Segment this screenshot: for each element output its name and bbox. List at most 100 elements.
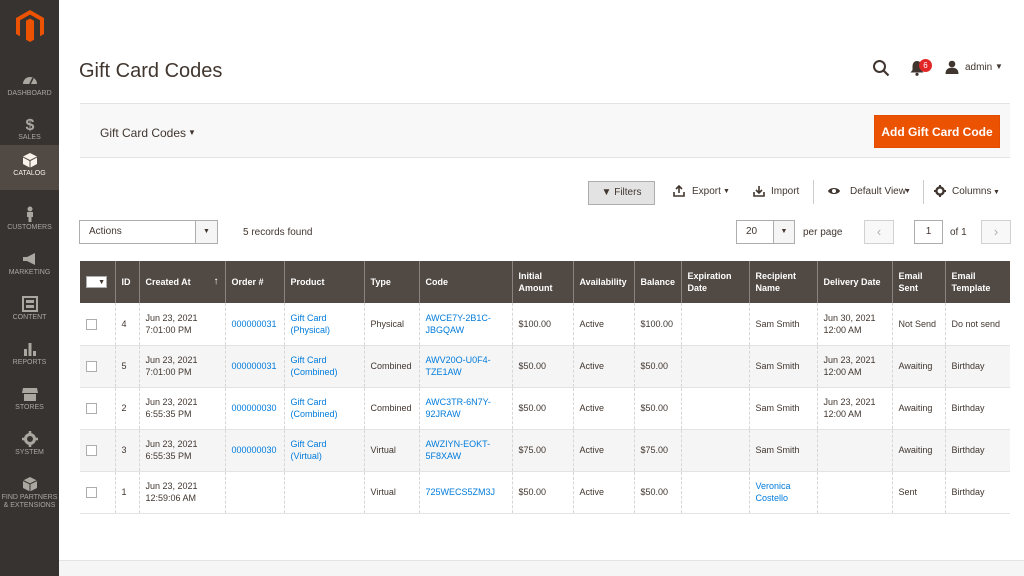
sidebar-item-reports[interactable]: REPORTS bbox=[0, 334, 59, 379]
column-header-balance[interactable]: Balance bbox=[634, 261, 682, 303]
sidebar-item-marketing[interactable]: MARKETING bbox=[0, 244, 59, 289]
recipient-name-value[interactable]: Veronica bbox=[756, 481, 791, 491]
notification-count-badge[interactable]: 6 bbox=[919, 59, 932, 72]
chevron-down-icon[interactable]: ▼ bbox=[995, 62, 1003, 71]
code-link[interactable]: AWCE7Y-2B1C- bbox=[426, 313, 491, 323]
default-view-button[interactable]: Default View bbox=[850, 186, 906, 197]
column-header-email-sent[interactable]: Email Sent bbox=[892, 261, 946, 303]
row-select-cell[interactable] bbox=[80, 471, 116, 514]
row-select-cell[interactable] bbox=[80, 387, 116, 430]
code-link[interactable]: AWV20O-U0F4- bbox=[426, 355, 491, 365]
row-checkbox[interactable] bbox=[86, 318, 97, 330]
eye-icon[interactable] bbox=[827, 185, 841, 197]
table-row[interactable]: 5 Jun 23, 2021 7:01:00 PM 000000031 Gift Car… bbox=[80, 345, 1010, 388]
column-header-recipient-name[interactable]: Recipient Name bbox=[749, 261, 818, 303]
column-header-availability[interactable]: Availability bbox=[573, 261, 635, 303]
cell-recipient-name: Sam Smith bbox=[749, 345, 818, 388]
product-link-line2[interactable]: (Combined) bbox=[291, 409, 338, 419]
sidebar-item-system[interactable]: SYSTEM bbox=[0, 424, 59, 469]
chevron-down-icon[interactable]: ▼ bbox=[773, 221, 794, 243]
sidebar-item-dashboard[interactable]: DASHBOARD bbox=[0, 65, 59, 110]
sidebar-item-content[interactable]: CONTENT bbox=[0, 289, 59, 334]
product-link[interactable]: Gift Card bbox=[291, 397, 327, 407]
code-link-line2[interactable]: 92JRAW bbox=[426, 409, 461, 419]
table-row[interactable]: 1 Jun 23, 2021 12:59:06 AM Virtual 725WECS5Z… bbox=[80, 471, 1010, 514]
product-link[interactable]: Gift Card bbox=[291, 355, 327, 365]
chevron-down-icon[interactable]: ▼ bbox=[188, 128, 196, 137]
email-template-value: Do not send bbox=[951, 318, 1001, 329]
per-page-value: 20 bbox=[746, 226, 758, 237]
megaphone-icon bbox=[0, 251, 59, 267]
column-header-expiration-date[interactable]: Expiration Date bbox=[681, 261, 750, 303]
column-header-code[interactable]: Code bbox=[419, 261, 513, 303]
table-row[interactable]: 3 Jun 23, 2021 6:55:35 PM 000000030 Gift Car… bbox=[80, 429, 1010, 472]
sidebar-item-label-line2: & EXTENSIONS bbox=[3, 502, 56, 509]
previous-page-button[interactable]: ‹ bbox=[864, 220, 894, 244]
chevron-down-icon[interactable]: ▼ bbox=[993, 189, 1000, 196]
sort-arrow-up-icon[interactable]: ↑ bbox=[214, 276, 219, 288]
cell-id: 3 bbox=[115, 429, 140, 472]
product-link-line2[interactable]: (Virtual) bbox=[291, 451, 322, 461]
import-icon[interactable] bbox=[753, 185, 765, 197]
import-button[interactable]: Import bbox=[771, 186, 799, 197]
code-link[interactable]: AWZIYN-EOKT- bbox=[426, 439, 491, 449]
mass-select-checkbox[interactable]: ▼ bbox=[86, 276, 107, 289]
per-page-select[interactable]: 20 ▼ bbox=[736, 220, 795, 244]
sidebar-item-customers[interactable]: CUSTOMERS bbox=[0, 199, 59, 244]
column-header-initial-amount[interactable]: Initial Amount bbox=[512, 261, 574, 303]
code-link-line2[interactable]: TZE1AW bbox=[426, 367, 462, 377]
row-select-cell[interactable] bbox=[80, 429, 116, 472]
mass-select-header[interactable]: ▼ bbox=[80, 261, 116, 303]
order-link[interactable]: 000000030 bbox=[232, 445, 277, 455]
table-row[interactable]: 2 Jun 23, 2021 6:55:35 PM 000000030 Gift Car… bbox=[80, 387, 1010, 430]
code-link-line2[interactable]: JBGQAW bbox=[426, 325, 465, 335]
filters-button[interactable]: ▼ Filters bbox=[588, 181, 655, 205]
search-icon[interactable] bbox=[872, 59, 890, 77]
code-link[interactable]: 725WECS5ZM3J bbox=[426, 487, 496, 497]
admin-user-menu[interactable]: admin bbox=[965, 62, 992, 73]
columns-button[interactable]: Columns bbox=[952, 186, 991, 197]
sidebar-item-catalog[interactable]: CATALOG bbox=[0, 145, 59, 190]
product-link-line2[interactable]: (Physical) bbox=[291, 325, 331, 335]
product-link-line2[interactable]: (Combined) bbox=[291, 367, 338, 377]
magento-logo[interactable] bbox=[16, 10, 44, 42]
order-link[interactable]: 000000031 bbox=[232, 361, 277, 371]
page-number-input[interactable]: 1 bbox=[914, 220, 943, 244]
user-icon[interactable] bbox=[945, 60, 959, 74]
recipient-name-value-line2[interactable]: Costello bbox=[756, 493, 789, 503]
gear-icon[interactable] bbox=[934, 185, 946, 197]
order-link[interactable]: 000000031 bbox=[232, 319, 277, 329]
mass-actions-select[interactable]: Actions ▼ bbox=[79, 220, 218, 244]
column-header-order[interactable]: Order # bbox=[225, 261, 285, 303]
column-header-product[interactable]: Product bbox=[284, 261, 365, 303]
sidebar-item-find-partners[interactable]: FIND PARTNERS & EXTENSIONS bbox=[0, 469, 59, 517]
code-link[interactable]: AWC3TR-6N7Y- bbox=[426, 397, 491, 407]
chevron-down-icon[interactable]: ▼ bbox=[904, 188, 911, 195]
next-page-button[interactable]: › bbox=[981, 220, 1011, 244]
chevron-down-icon[interactable]: ▼ bbox=[195, 221, 217, 243]
column-header-id[interactable]: ID bbox=[115, 261, 140, 303]
table-row[interactable]: 4 Jun 23, 2021 7:01:00 PM 000000031 Gift Car… bbox=[80, 303, 1010, 346]
column-header-created-at[interactable]: Created At ↑ bbox=[139, 261, 226, 303]
availability-value: Active bbox=[579, 403, 605, 413]
recipient-name-value: Sam Smith bbox=[755, 361, 800, 371]
row-checkbox[interactable] bbox=[86, 361, 97, 373]
row-select-cell[interactable] bbox=[80, 303, 116, 346]
row-checkbox[interactable] bbox=[86, 487, 97, 499]
column-header-delivery-date[interactable]: Delivery Date bbox=[817, 261, 893, 303]
row-checkbox[interactable] bbox=[86, 445, 97, 457]
product-link[interactable]: Gift Card bbox=[291, 439, 327, 449]
code-link-line2[interactable]: 5F8XAW bbox=[426, 451, 462, 461]
order-link[interactable]: 000000030 bbox=[232, 403, 277, 413]
column-header-type[interactable]: Type bbox=[364, 261, 420, 303]
export-icon[interactable] bbox=[673, 185, 685, 197]
gift-card-codes-switcher[interactable]: Gift Card Codes bbox=[100, 126, 186, 140]
row-checkbox[interactable] bbox=[86, 403, 97, 415]
column-header-email-template[interactable]: Email Template bbox=[945, 261, 1010, 303]
add-gift-card-code-button[interactable]: Add Gift Card Code bbox=[874, 115, 1000, 148]
product-link[interactable]: Gift Card bbox=[291, 313, 327, 323]
sidebar-item-stores[interactable]: STORES bbox=[0, 379, 59, 424]
export-button[interactable]: Export bbox=[692, 186, 721, 197]
chevron-down-icon[interactable]: ▼ bbox=[723, 188, 730, 195]
row-select-cell[interactable] bbox=[80, 345, 116, 388]
